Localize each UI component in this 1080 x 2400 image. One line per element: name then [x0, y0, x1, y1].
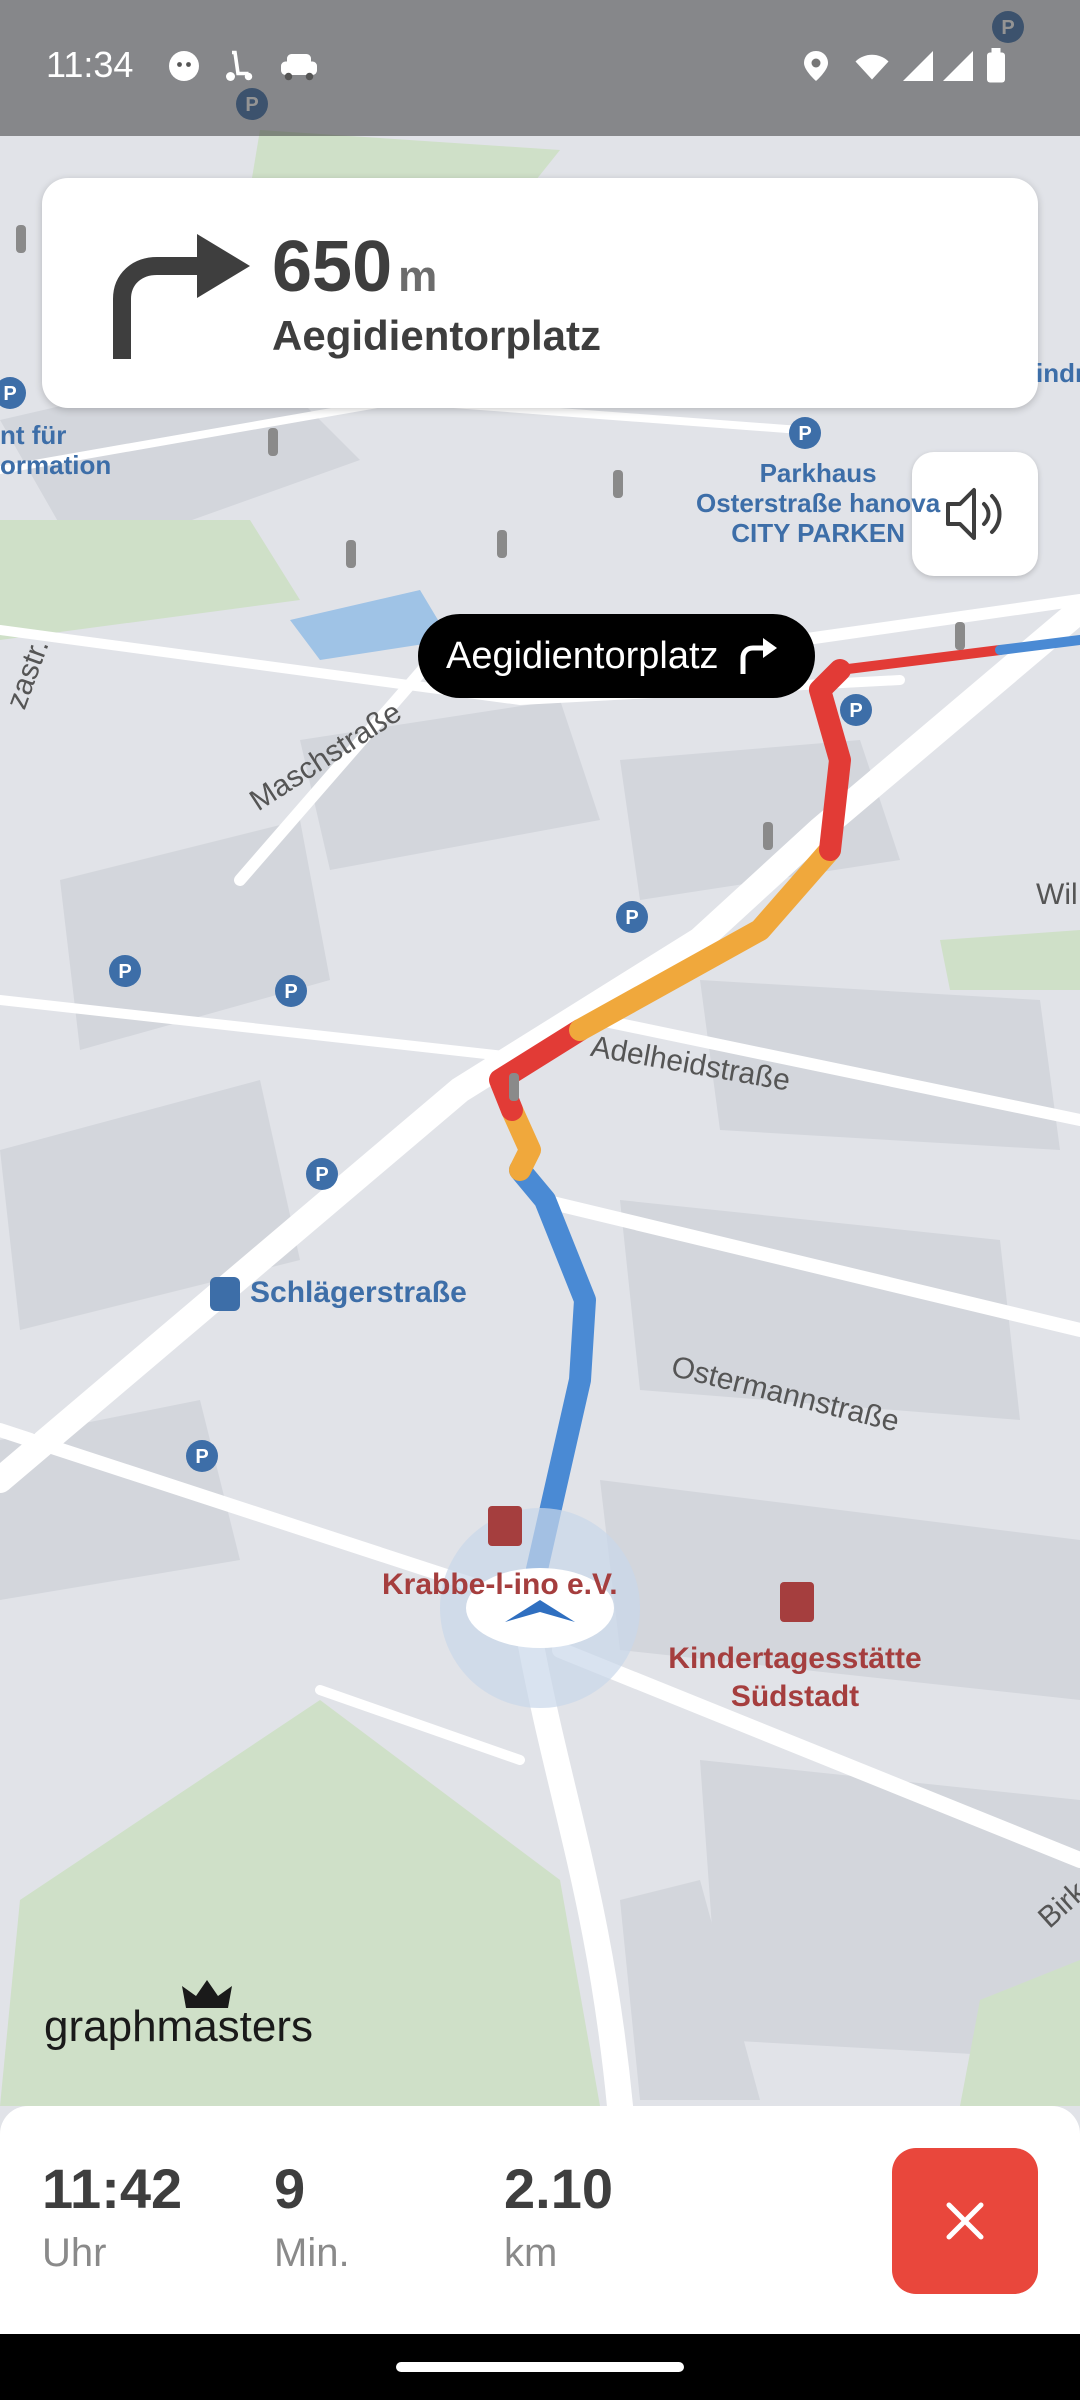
svg-text:P: P — [284, 981, 297, 1003]
poi-parkhaus-label[interactable]: Parkhaus Osterstraße hanova CITY PARKEN — [696, 458, 940, 548]
kindergarten-icon — [780, 1582, 814, 1622]
status-bar: 11:34 — [0, 0, 1080, 136]
turn-instruction-card[interactable]: 650 m Aegidientorplatz — [42, 178, 1038, 408]
poi-partial-left-label[interactable]: nt für ormation — [0, 420, 111, 480]
turn-right-icon — [113, 234, 250, 359]
location-icon — [804, 51, 828, 81]
duration-unit: Min. — [274, 2231, 350, 2275]
battery-icon — [987, 48, 1005, 83]
home-handle[interactable] — [396, 2362, 684, 2372]
crown-icon — [182, 1980, 232, 2008]
maneuver-street: Aegidientorplatz — [272, 312, 602, 359]
poi-schlaegerstrasse-text: Schlägerstraße — [250, 1276, 467, 1309]
poi-kindertagesstaette-label[interactable]: Kindertagesstätte Südstadt — [660, 1640, 930, 1716]
distance-unit: km — [504, 2231, 558, 2275]
speaker-icon — [946, 488, 1002, 540]
remaining-duration: 9 Min. — [274, 2156, 350, 2276]
svg-text:P: P — [798, 423, 811, 445]
poi-partial-right-label[interactable]: indr — [1036, 358, 1080, 389]
poi-schlaegerstrasse-label[interactable]: Schlägerstraße — [210, 1276, 467, 1312]
scooter-icon — [226, 50, 253, 81]
svg-text:P: P — [625, 907, 638, 929]
next-turn-pill: Aegidientorplatz — [418, 614, 815, 698]
car-icon — [281, 54, 317, 81]
svg-text:P: P — [3, 383, 16, 405]
kindergarten-icon — [488, 1506, 522, 1546]
distance-value: 650 — [272, 227, 393, 307]
remaining-distance: 2.10 km — [504, 2156, 613, 2276]
distance-unit: m — [398, 252, 438, 301]
svg-text:P: P — [849, 700, 862, 722]
duration-value: 9 — [274, 2157, 306, 2220]
wifi-icon — [855, 54, 889, 80]
signal-icon — [943, 51, 973, 81]
face-icon — [169, 51, 199, 81]
svg-text:P: P — [195, 1446, 208, 1468]
graphmasters-logo: graphmasters — [44, 1980, 314, 2052]
poi-krabbe-label[interactable]: Krabbe-l-ino e.V. — [382, 1568, 618, 1602]
maneuver-distance: 650 m — [272, 226, 437, 308]
street-label: Wil — [1036, 878, 1078, 911]
arrival-time: 11:42 Uhr — [42, 2156, 182, 2276]
arrival-time-value: 11:42 — [42, 2157, 183, 2220]
tram-icon — [210, 1277, 240, 1312]
svg-text:P: P — [315, 1164, 328, 1186]
logo-text: graphmasters — [44, 2002, 314, 2051]
close-icon — [946, 2202, 984, 2240]
svg-text:P: P — [118, 961, 131, 983]
status-time: 11:34 — [46, 44, 134, 85]
end-navigation-button[interactable] — [892, 2148, 1038, 2294]
turn-right-icon — [740, 638, 777, 674]
trip-summary-panel[interactable]: 11:42 Uhr 9 Min. 2.10 km — [0, 2106, 1080, 2334]
system-nav-bar — [0, 2334, 1080, 2400]
signal-icon — [903, 51, 933, 81]
next-turn-label: Aegidientorplatz — [446, 634, 719, 677]
distance-value: 2.10 — [504, 2157, 613, 2220]
arrival-time-unit: Uhr — [42, 2231, 107, 2275]
